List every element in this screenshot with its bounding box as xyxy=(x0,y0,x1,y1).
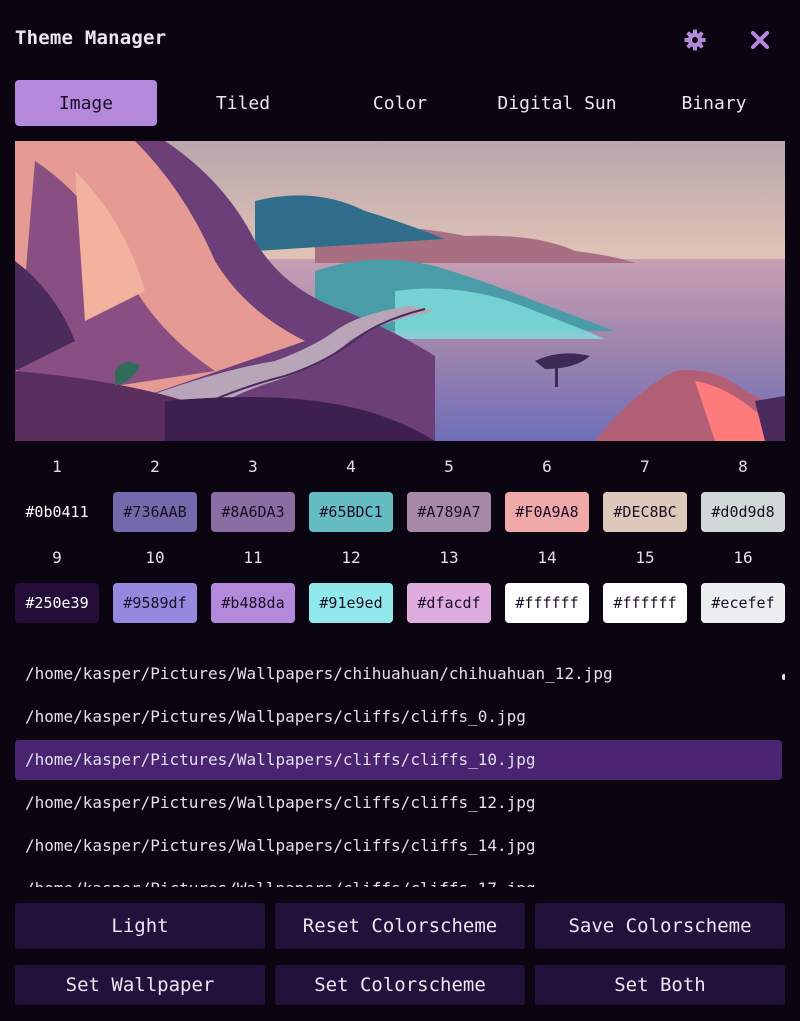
tab-color[interactable]: Color xyxy=(329,80,471,126)
tab-digital-sun[interactable]: Digital Sun xyxy=(486,80,628,126)
color-swatch-12[interactable]: #91e9ed xyxy=(309,583,393,623)
close-icon xyxy=(751,31,769,49)
light-button[interactable]: Light xyxy=(15,903,265,949)
palette-index-label: 2 xyxy=(150,457,160,476)
palette-index-label: 4 xyxy=(346,457,356,476)
color-swatch-16[interactable]: #ecefef xyxy=(701,583,785,623)
tab-image[interactable]: Image xyxy=(15,80,157,126)
palette-index-label: 15 xyxy=(635,548,655,567)
color-swatch-6[interactable]: #F0A9A8 xyxy=(505,492,589,532)
color-swatch-1[interactable]: #0b0411 xyxy=(15,492,99,532)
color-swatch-15[interactable]: #ffffff xyxy=(603,583,687,623)
palette-index-label: 5 xyxy=(444,457,454,476)
palette-index-label: 7 xyxy=(640,457,650,476)
list-item[interactable]: /home/kasper/Pictures/Wallpapers/cliffs/… xyxy=(15,869,782,887)
list-item[interactable]: /home/kasper/Pictures/Wallpapers/cliffs/… xyxy=(15,826,782,866)
palette-index-label: 6 xyxy=(542,457,552,476)
color-swatch-3[interactable]: #8A6DA3 xyxy=(211,492,295,532)
wallpaper-preview xyxy=(15,141,785,441)
palette-index-label: 8 xyxy=(738,457,748,476)
list-item-partial[interactable] xyxy=(15,627,782,641)
color-swatch-9[interactable]: #250e39 xyxy=(15,583,99,623)
color-swatch-7[interactable]: #DEC8BC xyxy=(603,492,687,532)
reset-colorscheme-button[interactable]: Reset Colorscheme xyxy=(275,903,525,949)
palette-index-label: 12 xyxy=(341,548,361,567)
close-button[interactable] xyxy=(742,22,778,58)
set-wallpaper-button[interactable]: Set Wallpaper xyxy=(15,965,265,1005)
palette-index-label: 9 xyxy=(52,548,62,567)
gear-icon xyxy=(684,29,706,51)
palette-index-label: 13 xyxy=(439,548,459,567)
list-item[interactable]: /home/kasper/Pictures/Wallpapers/cliffs/… xyxy=(15,697,782,737)
list-item[interactable]: /home/kasper/Pictures/Wallpapers/cliffs/… xyxy=(15,783,782,823)
set-colorscheme-button[interactable]: Set Colorscheme xyxy=(275,965,525,1005)
color-swatch-5[interactable]: #A789A7 xyxy=(407,492,491,532)
color-swatch-14[interactable]: #ffffff xyxy=(505,583,589,623)
palette-index-label: 16 xyxy=(733,548,753,567)
palette-index-label: 10 xyxy=(145,548,165,567)
palette-index-label: 11 xyxy=(243,548,263,567)
palette-index-label: 1 xyxy=(52,457,62,476)
scrollbar-thumb[interactable] xyxy=(782,674,785,680)
mode-tabs: Image Tiled Color Digital Sun Binary xyxy=(15,80,785,126)
tab-tiled[interactable]: Tiled xyxy=(172,80,314,126)
header: Theme Manager xyxy=(0,0,800,80)
list-item-selected[interactable]: /home/kasper/Pictures/Wallpapers/cliffs/… xyxy=(15,740,782,780)
set-both-button[interactable]: Set Both xyxy=(535,965,785,1005)
color-swatch-4[interactable]: #65BDC1 xyxy=(309,492,393,532)
color-swatch-11[interactable]: #b488da xyxy=(211,583,295,623)
window-title: Theme Manager xyxy=(15,27,167,49)
save-colorscheme-button[interactable]: Save Colorscheme xyxy=(535,903,785,949)
wallpaper-file-list[interactable]: /home/kasper/Pictures/Wallpapers/chihuah… xyxy=(15,627,785,887)
palette-index-label: 14 xyxy=(537,548,557,567)
palette-index-label: 3 xyxy=(248,457,258,476)
color-swatch-2[interactable]: #736AAB xyxy=(113,492,197,532)
tab-binary[interactable]: Binary xyxy=(643,80,785,126)
list-item[interactable]: /home/kasper/Pictures/Wallpapers/chihuah… xyxy=(15,654,782,694)
settings-button[interactable] xyxy=(677,22,713,58)
color-swatch-8[interactable]: #d0d9d8 xyxy=(701,492,785,532)
color-swatch-13[interactable]: #dfacdf xyxy=(407,583,491,623)
color-swatch-10[interactable]: #9589df xyxy=(113,583,197,623)
